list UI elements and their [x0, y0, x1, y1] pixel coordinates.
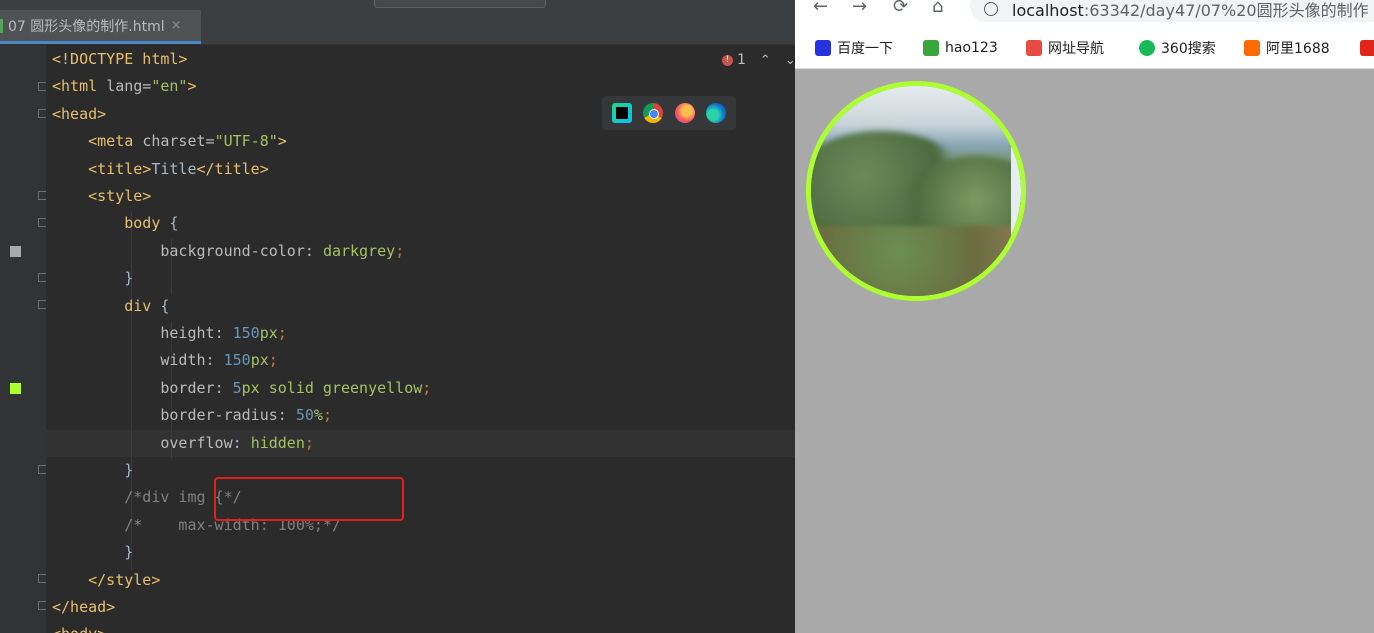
bookmark-hao123[interactable]: hao123 — [923, 38, 998, 58]
circular-avatar — [806, 81, 1026, 301]
code-line: body { — [124, 214, 179, 233]
code-editor-pane: 07 圆形头像的制作.html × <!DOCTYPE html> <html l… — [0, 0, 795, 633]
run-config-box[interactable] — [374, 0, 546, 8]
code-line: </style> — [88, 570, 161, 589]
firefox-icon[interactable] — [674, 103, 695, 123]
url-text: localhost:63342/day47/07%20圆形头像的制作 — [1012, 0, 1369, 21]
line-gutter — [0, 45, 47, 633]
code-line: } — [52, 461, 134, 479]
error-icon: ! — [722, 54, 733, 66]
browser-window: ← → ⟳ ⌂ localhost:63342/day47/07%20圆形头像的… — [795, 0, 1374, 633]
ide-toolbar — [0, 0, 795, 10]
bookmarks-bar: 百度一下 hao123 网址导航 360搜索 阿里1688 JD — [795, 30, 1374, 69]
next-problem-button[interactable]: ⌄ — [785, 53, 795, 68]
open-in-browser-bar — [602, 96, 736, 130]
code-line: <style> — [88, 187, 152, 205]
bookmark-label: 网址导航 — [1048, 41, 1104, 57]
hao123-icon — [923, 40, 939, 56]
page-viewport — [795, 69, 1374, 633]
edge-icon[interactable] — [706, 103, 727, 123]
2345-icon — [1026, 40, 1042, 56]
code-line: background-color: darkgrey; — [160, 241, 405, 260]
bookmark-label: hao123 — [945, 40, 998, 56]
code-line: overflow: hidden; — [160, 433, 314, 452]
code-line: div { — [124, 296, 170, 315]
code-line: border: 5px solid greenyellow; — [160, 378, 432, 397]
code-line: <!DOCTYPE html> — [52, 50, 188, 68]
url-host: localhost — [1012, 1, 1084, 20]
close-icon[interactable]: × — [171, 18, 182, 33]
bookmark-1688[interactable]: 阿里1688 — [1244, 38, 1330, 58]
code-line: } — [52, 269, 134, 288]
chrome-icon[interactable] — [643, 103, 664, 123]
code-line: <head> — [52, 104, 107, 123]
bookmark-baidu[interactable]: 百度一下 — [815, 38, 893, 58]
problems-count: 1 — [737, 52, 746, 68]
address-bar[interactable]: localhost:63342/day47/07%20圆形头像的制作 — [970, 0, 1374, 22]
code-line: </head> — [52, 598, 116, 616]
code-line: <body> — [52, 621, 106, 633]
code-line: <meta charset="UTF-8"> — [88, 132, 287, 151]
jd-icon — [1360, 40, 1374, 56]
code-line: height: 150px; — [160, 324, 287, 342]
photo-slope — [811, 226, 1021, 296]
site-info-icon[interactable] — [984, 2, 998, 16]
problems-indicator[interactable]: ! 1 ⌃ ⌄ — [722, 52, 795, 68]
editor-tab-bar: 07 圆形头像的制作.html × — [0, 10, 795, 45]
previous-problem-button[interactable]: ⌃ — [760, 53, 771, 68]
bookmark-label: 百度一下 — [837, 41, 893, 57]
code-line: width: 150px; — [160, 351, 278, 370]
color-swatch-darkgrey[interactable] — [10, 246, 21, 257]
bookmark-label: 阿里1688 — [1266, 41, 1330, 57]
editor-tab-label: 07 圆形头像的制作.html — [8, 18, 165, 35]
url-path: :63342/day47/07%20圆形头像的制作 — [1083, 1, 1369, 20]
back-arrow-icon[interactable]: ← — [813, 0, 828, 18]
pycharm-icon[interactable] — [611, 103, 632, 123]
modified-marker — [0, 18, 3, 33]
code-line: <title>Title</title> — [88, 159, 269, 178]
forward-arrow-icon[interactable]: → — [852, 0, 867, 18]
bookmark-2345[interactable]: 网址导航 — [1026, 38, 1104, 58]
alibaba-1688-icon — [1244, 40, 1260, 56]
highlight-annotation-box — [214, 477, 404, 521]
browser-toolbar: ← → ⟳ ⌂ localhost:63342/day47/07%20圆形头像的… — [795, 0, 1374, 30]
reload-icon[interactable]: ⟳ — [893, 0, 908, 18]
bookmark-jd[interactable]: JD — [1360, 38, 1374, 58]
360-search-icon — [1139, 40, 1155, 56]
editor-tab[interactable]: 07 圆形头像的制作.html × — [0, 10, 201, 44]
code-area[interactable]: <!DOCTYPE html> <html lang="en"> <head> <m… — [46, 45, 795, 633]
code-line: } — [52, 543, 134, 562]
photo-edge — [1011, 141, 1021, 271]
baidu-icon — [815, 40, 831, 56]
color-swatch-greenyellow[interactable] — [10, 383, 21, 394]
home-icon[interactable]: ⌂ — [932, 0, 943, 18]
code-line: border-radius: 50%; — [160, 406, 332, 425]
bookmark-label: 360搜索 — [1161, 41, 1216, 57]
bookmark-360[interactable]: 360搜索 — [1139, 38, 1216, 58]
code-line: <html lang="en"> — [52, 77, 197, 96]
